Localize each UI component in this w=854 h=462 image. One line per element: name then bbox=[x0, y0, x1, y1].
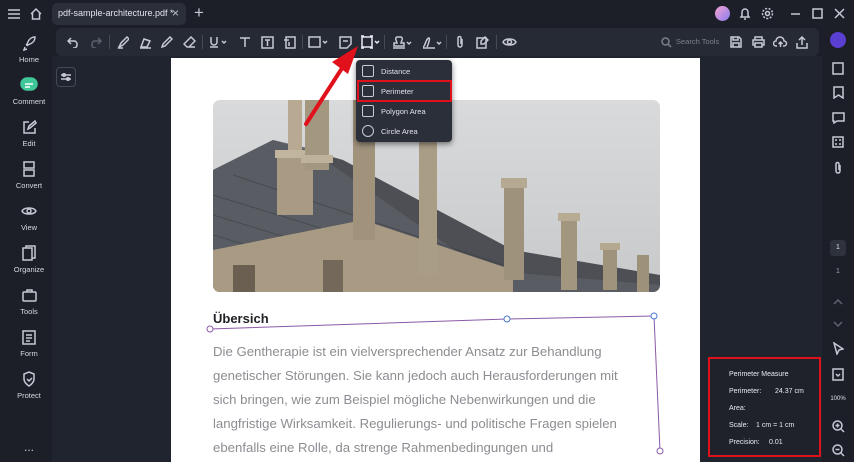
measure-panel-title: Perimeter Measure bbox=[729, 371, 789, 378]
zoom-level[interactable]: 100% bbox=[826, 392, 850, 406]
precision-row: Precision: 0.01 bbox=[729, 439, 783, 446]
zoom-out-icon[interactable] bbox=[830, 442, 846, 458]
scale-value: 1 cm = 1 cm bbox=[756, 422, 795, 429]
scale-label: Scale: bbox=[729, 422, 749, 429]
precision-value: 0.01 bbox=[769, 439, 783, 446]
fit-page-icon[interactable] bbox=[830, 366, 846, 382]
precision-label: Precision: bbox=[729, 439, 760, 446]
comments-panel-icon[interactable] bbox=[830, 110, 846, 126]
area-label: Area: bbox=[729, 405, 746, 412]
perimeter-row: Perimeter: 24.37 cm bbox=[729, 388, 804, 395]
attachment-panel-icon[interactable] bbox=[830, 160, 846, 176]
scroll-up-icon[interactable] bbox=[830, 296, 846, 308]
bookmark-icon[interactable] bbox=[830, 84, 846, 100]
form-fields-icon[interactable] bbox=[830, 134, 846, 150]
scroll-down-icon[interactable] bbox=[830, 318, 846, 330]
area-row: Area: bbox=[729, 405, 746, 412]
total-pages: 1 bbox=[836, 268, 840, 275]
ai-assistant-icon[interactable] bbox=[830, 32, 846, 48]
perimeter-value: 24.37 cm bbox=[775, 388, 804, 395]
zoom-in-icon[interactable] bbox=[830, 418, 846, 434]
thumbnail-icon[interactable] bbox=[830, 60, 846, 76]
select-tool-icon[interactable] bbox=[830, 340, 846, 356]
current-page-input[interactable]: 1 bbox=[830, 240, 846, 256]
perimeter-measure-panel: Perimeter Measure Perimeter: 24.37 cm Ar… bbox=[708, 357, 821, 457]
scale-row: Scale: 1 cm = 1 cm bbox=[729, 422, 794, 429]
perimeter-label: Perimeter: bbox=[729, 388, 762, 395]
